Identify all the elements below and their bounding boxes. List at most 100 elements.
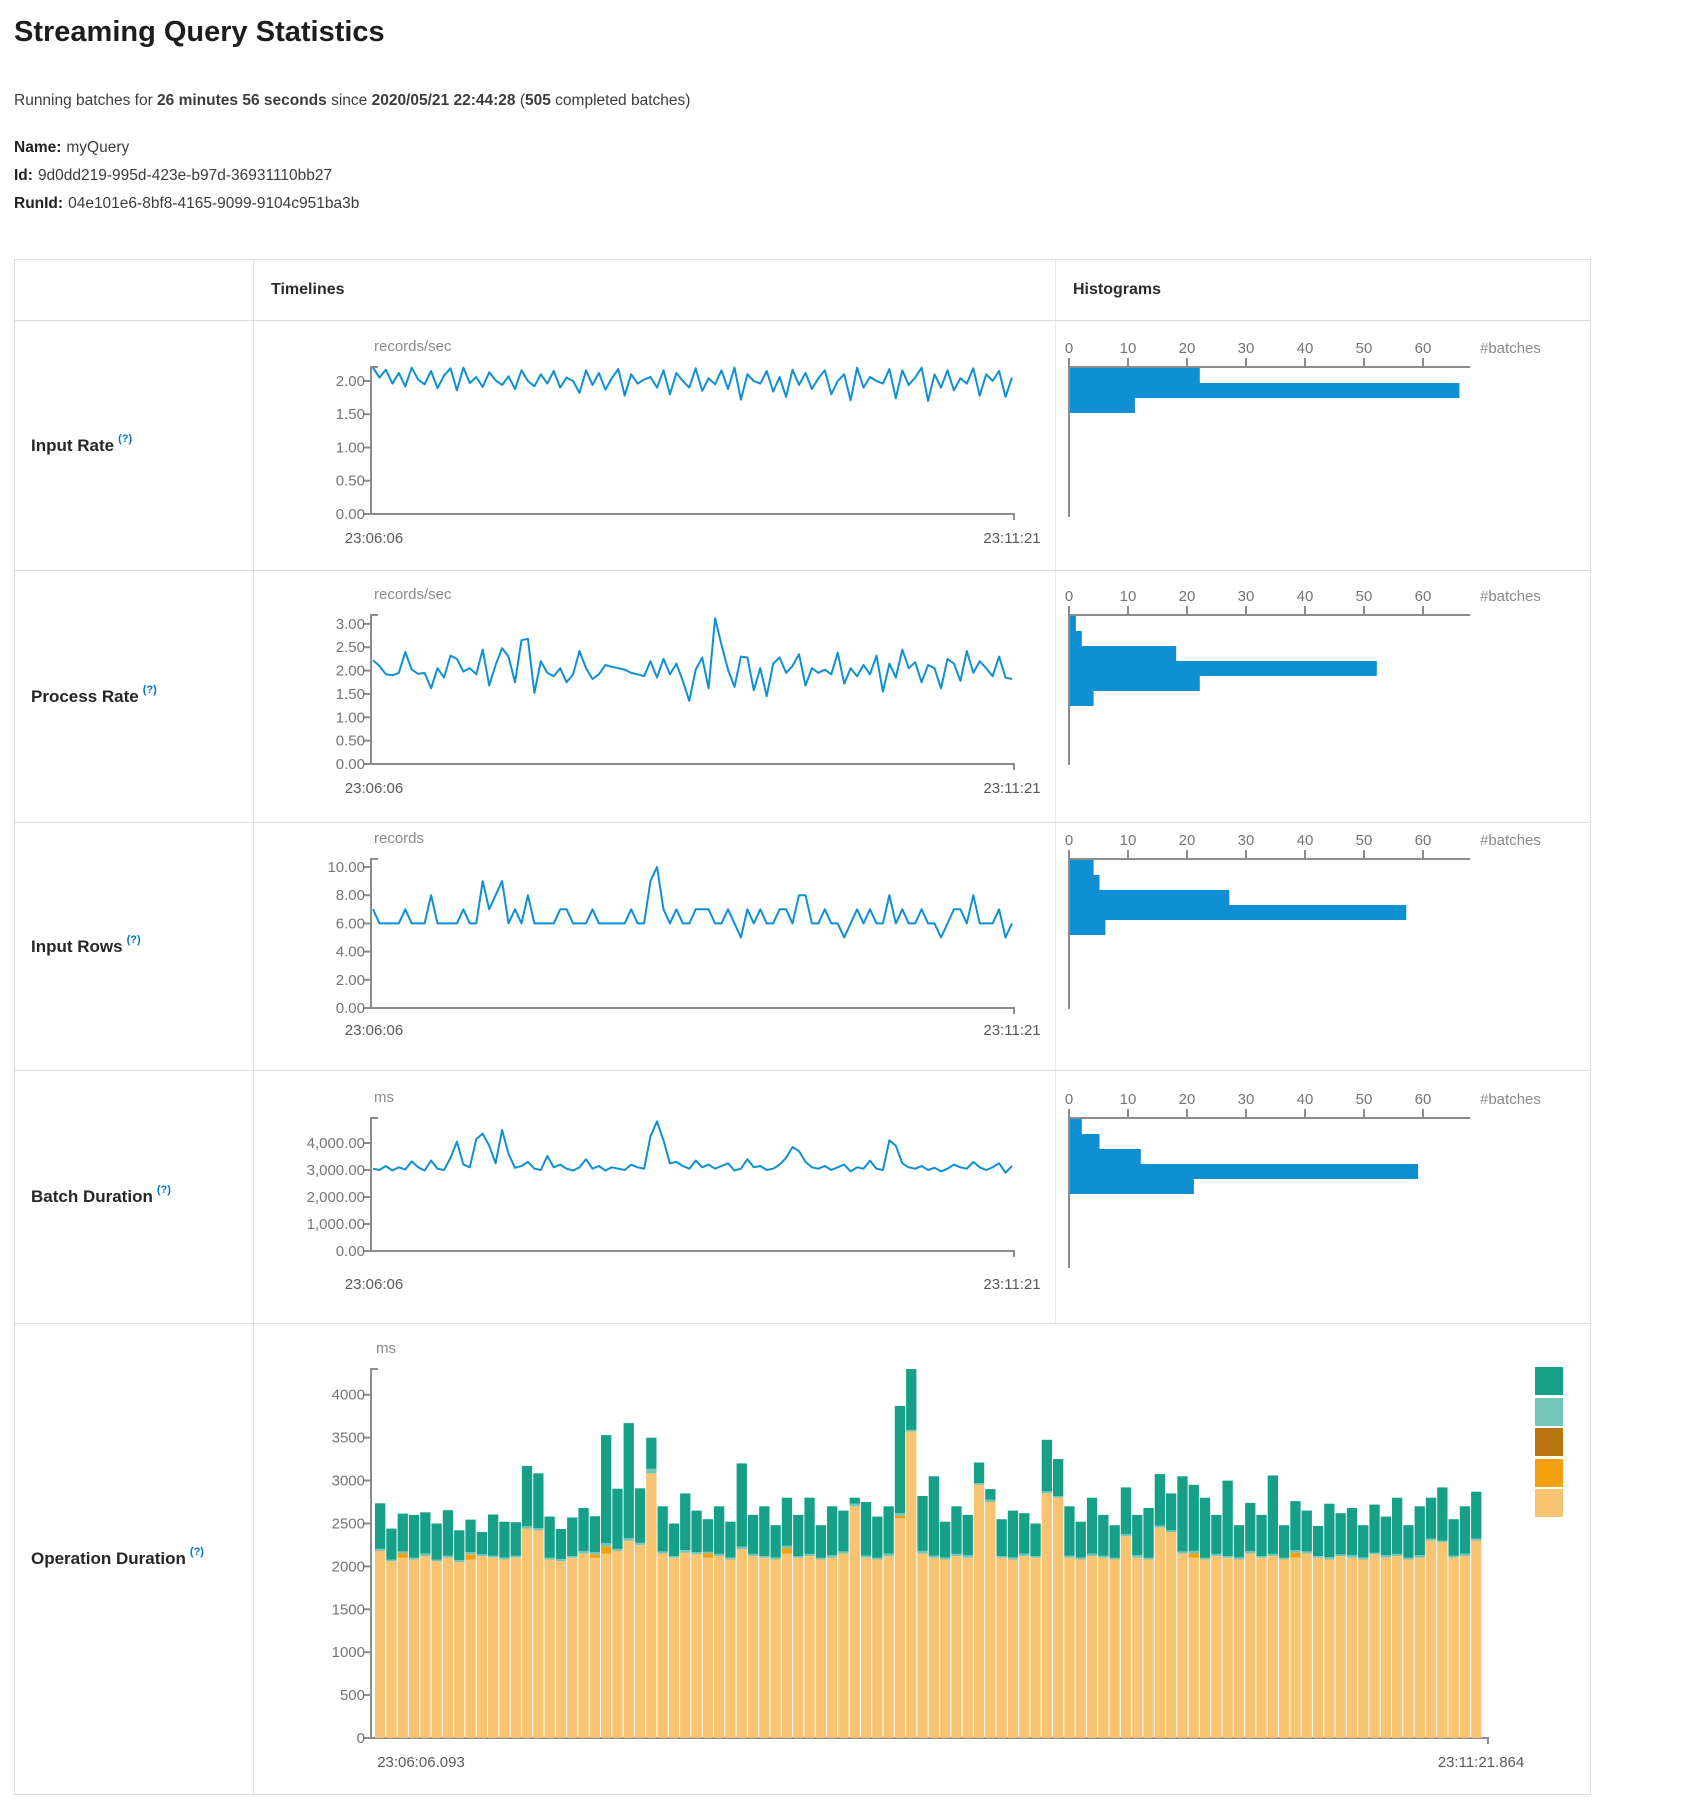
svg-text:3500: 3500 <box>332 1430 365 1447</box>
page-title: Streaming Query Statistics <box>14 16 385 49</box>
statistics-table: Timelines Histograms Input Rate (?) recor… <box>14 259 1591 1795</box>
batch-duration-help-icon[interactable]: (?) <box>157 1184 171 1196</box>
svg-text:ms: ms <box>374 1089 394 1106</box>
svg-text:records/sec: records/sec <box>374 586 452 603</box>
svg-text:0.50: 0.50 <box>336 473 365 490</box>
column-header-timelines: Timelines <box>254 260 1056 320</box>
header-empty-cell <box>15 260 254 320</box>
svg-text:23:11:21: 23:11:21 <box>983 530 1040 547</box>
table-row-input-rows: Input Rows(?) records0.002.004.006.008.0… <box>15 823 1590 1071</box>
legend-swatch-segment-tan <box>1535 1489 1563 1517</box>
legend-swatch-segment-light-teal <box>1535 1398 1563 1426</box>
svg-text:20: 20 <box>1179 340 1196 357</box>
svg-text:0.50: 0.50 <box>336 733 365 750</box>
batch-duration-histogram-chart: 0102030405060#batches <box>1056 1071 1592 1324</box>
svg-text:2.50: 2.50 <box>336 639 365 656</box>
svg-text:23:06:06: 23:06:06 <box>345 1022 403 1039</box>
svg-text:20: 20 <box>1179 1091 1196 1108</box>
row-label-input-rate: Input Rate <box>31 436 114 456</box>
legend-swatch-segment-teal <box>1535 1367 1563 1395</box>
row-label-process-rate: Process Rate <box>31 687 139 707</box>
svg-text:30: 30 <box>1238 1091 1255 1108</box>
process-rate-timeline-chart: records/sec0.000.501.001.502.002.503.002… <box>254 571 1055 823</box>
spark-streaming-statistics-page: { "page": { "title": "Streaming Query St… <box>0 0 1693 1820</box>
svg-text:23:06:06: 23:06:06 <box>345 530 403 547</box>
input-rows-timeline-chart: records0.002.004.006.008.0010.0023:06:06… <box>254 823 1055 1071</box>
svg-text:10: 10 <box>1120 340 1137 357</box>
query-name-line: Name: myQuery <box>14 134 359 162</box>
query-id-value: 9d0dd219-995d-423e-b97d-36931110bb27 <box>38 167 332 184</box>
svg-text:1.50: 1.50 <box>336 406 365 423</box>
svg-text:50: 50 <box>1356 588 1373 605</box>
table-row-process-rate: Process Rate(?) records/sec0.000.501.001… <box>15 571 1590 823</box>
svg-text:23:11:21: 23:11:21 <box>983 780 1040 797</box>
svg-text:8.00: 8.00 <box>336 887 365 904</box>
svg-text:10: 10 <box>1120 588 1137 605</box>
svg-text:1000: 1000 <box>332 1644 365 1661</box>
svg-text:records: records <box>374 830 424 847</box>
svg-text:60: 60 <box>1415 1091 1432 1108</box>
svg-text:50: 50 <box>1356 1091 1373 1108</box>
svg-text:1500: 1500 <box>332 1601 365 1618</box>
svg-text:0: 0 <box>1065 340 1073 357</box>
operation-duration-st acked-chart: ms0500100015002000250030003500400023:06:… <box>254 1324 1592 1794</box>
summary-prefix: Running batches for <box>14 92 157 109</box>
svg-text:#batches: #batches <box>1480 588 1541 605</box>
svg-text:2.00: 2.00 <box>336 373 365 390</box>
svg-text:records/sec: records/sec <box>374 338 452 355</box>
input-rows-histogram-chart: 0102030405060#batches <box>1056 823 1592 1071</box>
svg-text:40: 40 <box>1297 340 1314 357</box>
svg-text:20: 20 <box>1179 832 1196 849</box>
summary-paren: ( <box>516 92 525 109</box>
svg-text:3.00: 3.00 <box>336 616 365 633</box>
svg-text:#batches: #batches <box>1480 832 1541 849</box>
svg-text:60: 60 <box>1415 588 1432 605</box>
input-rate-help-icon[interactable]: (?) <box>118 433 132 445</box>
row-label-batch-duration: Batch Duration <box>31 1187 153 1207</box>
svg-text:23:11:21: 23:11:21 <box>983 1022 1040 1039</box>
summary-count: 505 <box>525 92 551 109</box>
svg-text:10.00: 10.00 <box>327 859 365 876</box>
svg-text:50: 50 <box>1356 832 1373 849</box>
svg-text:1.50: 1.50 <box>336 686 365 703</box>
svg-text:3,000.00: 3,000.00 <box>307 1162 365 1179</box>
svg-text:30: 30 <box>1238 588 1255 605</box>
query-name-value: myQuery <box>66 139 129 156</box>
svg-text:2500: 2500 <box>332 1515 365 1532</box>
query-meta: Name: myQuery Id: 9d0dd219-995d-423e-b97d-… <box>14 134 359 218</box>
svg-text:2.00: 2.00 <box>336 972 365 989</box>
row-label-operation-duration: Operation Duration <box>31 1549 186 1569</box>
svg-text:40: 40 <box>1297 588 1314 605</box>
input-rate-histogram-chart: 0102030405060#batches <box>1056 321 1592 571</box>
operation-duration-help-icon[interactable]: (?) <box>190 1546 204 1558</box>
table-row-operation-duration: Operation Duration(?) ms0500100015002000… <box>15 1324 1590 1794</box>
table-row-input-rate: Input Rate(?) records/sec0.000.501.001.5… <box>15 321 1590 571</box>
svg-text:4.00: 4.00 <box>336 944 365 961</box>
summary-timestamp: 2020/05/21 22:44:28 <box>372 92 516 109</box>
summary-duration: 26 minutes 56 seconds <box>157 92 327 109</box>
svg-text:30: 30 <box>1238 340 1255 357</box>
svg-text:40: 40 <box>1297 832 1314 849</box>
query-name-label: Name: <box>14 139 61 156</box>
svg-text:0: 0 <box>1065 588 1073 605</box>
legend-swatch-segment-brown <box>1535 1428 1563 1456</box>
svg-text:23:11:21: 23:11:21 <box>983 1276 1040 1293</box>
svg-text:23:11:21.864: 23:11:21.864 <box>1438 1754 1524 1771</box>
svg-text:4000: 4000 <box>332 1387 365 1404</box>
svg-text:6.00: 6.00 <box>336 915 365 932</box>
query-id-line: Id: 9d0dd219-995d-423e-b97d-36931110bb27 <box>14 162 359 190</box>
summary-since: since <box>327 92 372 109</box>
svg-text:60: 60 <box>1415 340 1432 357</box>
process-rate-histogram-chart: 0102030405060#batches <box>1056 571 1592 823</box>
query-id-label: Id: <box>14 167 33 184</box>
query-runid-line: RunId:04e101e6-8bf8-4165-9099-9104c951ba… <box>14 190 359 218</box>
row-label-input-rows: Input Rows <box>31 937 123 957</box>
input-rows-help-icon[interactable]: (?) <box>127 934 141 946</box>
svg-text:23:06:06.093: 23:06:06.093 <box>377 1754 465 1771</box>
svg-text:3000: 3000 <box>332 1473 365 1490</box>
column-header-histograms: Histograms <box>1056 260 1592 320</box>
svg-text:0.00: 0.00 <box>336 506 365 523</box>
process-rate-help-icon[interactable]: (?) <box>143 684 157 696</box>
table-header-row: Timelines Histograms <box>15 260 1590 321</box>
table-row-batch-duration: Batch Duration(?) ms0.001,000.002,000.00… <box>15 1071 1590 1324</box>
